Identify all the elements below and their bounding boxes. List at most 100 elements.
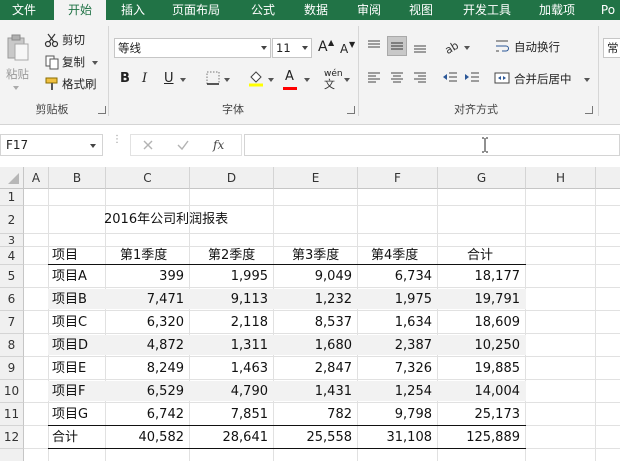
enter-check-icon[interactable] (176, 138, 192, 154)
bold-button[interactable]: B (120, 71, 130, 87)
tab-insert[interactable]: 插入 (110, 0, 156, 20)
format-painter-icon[interactable] (44, 76, 60, 92)
select-all-corner[interactable] (0, 167, 24, 189)
q2-value: 1,995 (230, 269, 268, 284)
scissors-icon[interactable] (44, 32, 60, 48)
tab-review[interactable]: 审阅 (346, 0, 392, 20)
grow-font-button[interactable]: A (318, 39, 328, 55)
fill-color-dropdown-caret[interactable] (268, 78, 274, 82)
align-center-icon[interactable] (389, 70, 405, 86)
column-header-d[interactable]: D (190, 167, 274, 189)
orientation-icon[interactable]: ab (443, 38, 461, 57)
row-header-2[interactable]: 2 (0, 206, 24, 234)
tab-data[interactable]: 数据 (293, 0, 339, 20)
underline-dropdown-caret[interactable] (180, 78, 186, 82)
wrap-text-button-label[interactable]: 自动换行 (514, 39, 560, 55)
column-header-c[interactable]: C (106, 167, 190, 189)
q1-value: 6,529 (146, 384, 184, 399)
svg-text:ab: ab (444, 39, 460, 54)
row-header-5[interactable]: 5 (0, 265, 24, 288)
row-header-6[interactable]: 6 (0, 288, 24, 311)
underline-button[interactable]: U (164, 71, 174, 87)
phonetic-dropdown-caret[interactable] (344, 78, 350, 82)
tab-developer[interactable]: 开发工具 (452, 0, 522, 20)
alignment-launcher-icon[interactable] (585, 106, 593, 114)
column-header-h[interactable]: H (526, 167, 596, 189)
formula-bar-grip[interactable]: ⋮ (112, 135, 122, 153)
svg-text:文: 文 (324, 77, 335, 90)
paste-dropdown-caret[interactable] (13, 86, 19, 90)
font-color-swatch (283, 87, 297, 90)
font-launcher-icon[interactable] (347, 106, 355, 114)
paste-icon[interactable] (6, 34, 30, 62)
q3-value: 8,537 (314, 315, 352, 330)
wrap-text-icon[interactable] (494, 38, 510, 54)
tab-home[interactable]: 开始 (54, 0, 106, 20)
cancel-icon[interactable] (141, 138, 157, 154)
tab-file[interactable]: 文件 (0, 0, 48, 20)
paste-button-label[interactable]: 粘贴 (6, 66, 29, 82)
fill-color-icon[interactable] (248, 69, 264, 87)
name-box[interactable]: F17 (0, 134, 103, 156)
row-header-4[interactable]: 4 (0, 247, 24, 265)
shrink-font-button[interactable]: A (340, 41, 348, 57)
orientation-dropdown-caret[interactable] (464, 46, 470, 50)
font-size-select[interactable]: 11 (272, 38, 312, 58)
column-header-f[interactable]: F (358, 167, 438, 189)
q2-value: 4,790 (230, 384, 268, 399)
total-bottom-border (48, 448, 526, 449)
row-header-9[interactable]: 9 (0, 357, 24, 380)
increase-indent-icon[interactable] (464, 70, 480, 86)
chevron-down-icon (302, 46, 308, 50)
insert-function-button[interactable]: fx (213, 137, 224, 153)
tab-page-layout[interactable]: 页面布局 (162, 0, 230, 20)
formula-input[interactable] (244, 134, 620, 156)
format-painter-label[interactable]: 格式刷 (62, 76, 97, 92)
borders-dropdown-caret[interactable] (224, 78, 230, 82)
row-header-1[interactable]: 1 (0, 189, 24, 206)
borders-icon[interactable] (205, 70, 221, 86)
number-format-select[interactable]: 常 (603, 38, 620, 58)
row-header-11[interactable]: 11 (0, 403, 24, 426)
decrease-indent-icon[interactable] (442, 70, 458, 86)
row-header-3[interactable]: 3 (0, 234, 24, 247)
column-header-b[interactable]: B (49, 167, 106, 189)
tab-view[interactable]: 视图 (398, 0, 444, 20)
row-header-7[interactable]: 7 (0, 311, 24, 334)
q4-value: 6,734 (394, 269, 432, 284)
font-color-dropdown-caret[interactable] (304, 78, 310, 82)
row-header-13[interactable] (0, 449, 24, 461)
tab-power[interactable]: Po (596, 0, 620, 20)
worksheet-grid[interactable]: A B C D E F G H 1 2 3 4 5 6 7 8 9 10 11 … (0, 167, 620, 461)
column-header-i[interactable] (596, 167, 620, 189)
copy-button-label[interactable]: 复制 (62, 54, 85, 70)
column-header-g[interactable]: G (438, 167, 526, 189)
italic-button[interactable]: I (142, 71, 147, 87)
align-middle-button[interactable] (387, 36, 407, 56)
align-right-icon[interactable] (412, 70, 428, 86)
copy-icon[interactable] (44, 54, 60, 70)
merge-center-button-label[interactable]: 合并后居中 (514, 71, 572, 87)
cut-button-label[interactable]: 剪切 (62, 32, 85, 48)
formula-bar: F17 ⋮ fx (0, 125, 620, 165)
clipboard-launcher-icon[interactable] (98, 106, 106, 114)
formula-buttons: fx (130, 134, 242, 156)
align-bottom-icon[interactable] (412, 38, 428, 54)
font-color-button[interactable]: A (285, 69, 294, 85)
row-header-12[interactable]: 12 (0, 426, 24, 449)
total-label: 合计 (52, 430, 79, 445)
tab-formulas[interactable]: 公式 (240, 0, 286, 20)
copy-dropdown-caret[interactable] (92, 61, 98, 65)
total-value: 19,791 (474, 292, 521, 307)
row-header-10[interactable]: 10 (0, 380, 24, 403)
merge-center-icon[interactable] (494, 70, 510, 86)
row-header-8[interactable]: 8 (0, 334, 24, 357)
column-header-a[interactable]: A (24, 167, 49, 189)
tab-add-ins[interactable]: 加载项 (528, 0, 586, 20)
font-name-select[interactable]: 等线 (114, 38, 271, 58)
merge-dropdown-caret[interactable] (584, 78, 590, 82)
align-left-icon[interactable] (366, 70, 382, 86)
column-header-e[interactable]: E (274, 167, 358, 189)
align-top-icon[interactable] (366, 38, 382, 54)
q1-total: 40,582 (138, 430, 185, 445)
